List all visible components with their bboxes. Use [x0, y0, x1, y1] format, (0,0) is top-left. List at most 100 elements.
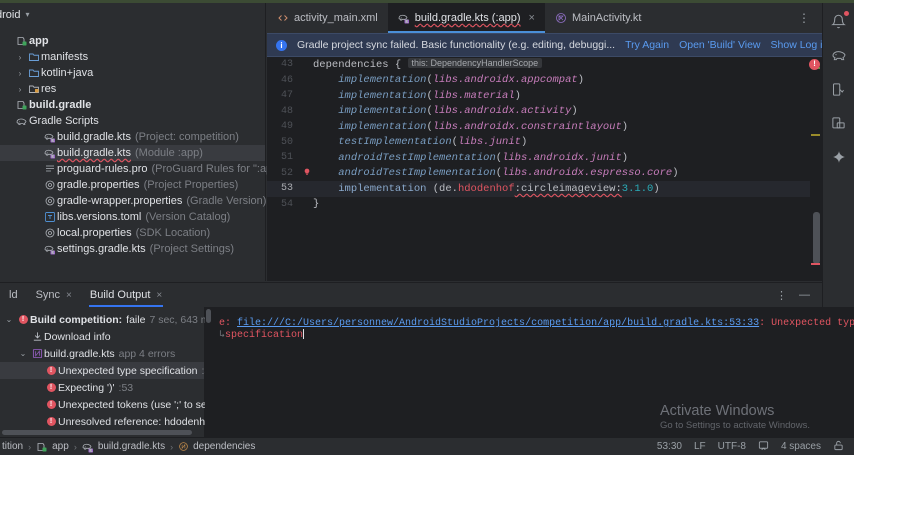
breadcrumb-item[interactable]: tition [2, 441, 23, 452]
caret-position[interactable]: 53:30 [657, 441, 682, 452]
indent-setting[interactable]: 4 spaces [781, 441, 821, 452]
code-editor[interactable]: 43 dependencies { this: DependencyHandler… [267, 57, 822, 281]
module-icon [36, 441, 48, 453]
intention-bulb-icon[interactable] [301, 167, 313, 180]
gemini-icon[interactable] [829, 147, 849, 167]
close-tab-icon[interactable]: × [156, 290, 162, 301]
build-tree-item[interactable]: ! Unexpected tokens (use ';' to sep [0, 396, 213, 413]
project-tree-item[interactable]: Kbuild.gradle.kts (Module :app) [0, 145, 265, 161]
build-panel-body: ⌄! Build competition: faile 7 sec, 643 ms Do… [0, 307, 854, 437]
expand-arrow-icon[interactable]: › [14, 53, 26, 62]
more-options-icon[interactable]: ⋮ [776, 289, 787, 302]
notification-icon[interactable] [758, 440, 769, 454]
expand-arrow-icon[interactable]: ⌄ [16, 349, 30, 358]
line-number: 53 [280, 183, 293, 195]
kts-file-icon [32, 348, 43, 359]
project-tree-item[interactable]: › manifests [0, 49, 265, 65]
build-error-tree[interactable]: ⌄! Build competition: faile 7 sec, 643 ms Do… [0, 307, 216, 437]
expand-arrow-icon[interactable]: ⌄ [2, 315, 16, 324]
marker-yellow [811, 134, 820, 136]
line-separator[interactable]: LF [694, 441, 706, 452]
editor-tab-label: activity_main.xml [294, 12, 378, 24]
lock-icon[interactable] [833, 440, 844, 454]
build-tree-item-meta: :53 [118, 381, 134, 394]
device-manager-icon[interactable] [829, 79, 849, 99]
breadcrumb-item[interactable]: app [36, 441, 69, 453]
project-panel-title: droid [0, 8, 21, 21]
gradle-kts-icon: K [42, 131, 57, 143]
console-file-link[interactable]: file:///C:/Users/personnew/AndroidStudio… [237, 318, 759, 329]
console-error-prefix: e: [219, 318, 238, 329]
expand-arrow-icon[interactable]: › [14, 85, 26, 94]
code-text: androidTestImplementation(libs.androidx.… [338, 151, 629, 164]
project-tree-item[interactable]: libs.versions.toml (Version Catalog) [0, 209, 265, 225]
build-tree-scrollbar[interactable] [2, 430, 192, 435]
build-panel-actions[interactable]: ⋮ — [776, 289, 822, 302]
build-tab[interactable]: Build Output × [81, 283, 171, 307]
build-tree-item[interactable]: ! Unresolved reference: hdodenhof [0, 413, 214, 430]
text-file-icon [42, 163, 57, 175]
build-tree-item[interactable]: ! Expecting ')':53 [0, 379, 204, 396]
build-tree-item[interactable]: ⌄ build.gradle.kts app 4 errors [0, 345, 204, 362]
code-line: 48 implementation(libs.androidx.activity… [267, 104, 822, 120]
build-tab[interactable]: Sync × [27, 283, 81, 307]
chevron-down-icon[interactable]: ▾ [25, 10, 29, 19]
expand-arrow-icon[interactable]: › [14, 69, 26, 78]
project-panel-header[interactable]: droid ▾ [0, 3, 265, 26]
error-icon: ! [44, 383, 58, 392]
close-tab-icon[interactable]: × [66, 290, 72, 301]
editor-tab[interactable]: Kbuild.gradle.kts (:app) × [387, 3, 546, 33]
console-scrollbar-thumb[interactable] [206, 309, 211, 323]
code-text: androidTestImplementation(libs.androidx.… [338, 167, 679, 180]
project-tree-item[interactable]: Gradle Scripts [0, 113, 265, 129]
gradle-icon[interactable] [829, 45, 849, 65]
project-tree-item[interactable]: build.gradle [0, 97, 265, 113]
build-tree-item[interactable]: ⌄! Build competition: faile 7 sec, 643 ms [0, 311, 215, 328]
notifications-icon[interactable] [829, 11, 849, 31]
project-tree-item-subtitle: (Version Catalog) [145, 211, 231, 223]
try-again-link[interactable]: Try Again [625, 39, 669, 51]
code-line: 47 implementation(libs.material) [267, 88, 822, 104]
kotlin-fn-icon [178, 441, 189, 452]
build-tab[interactable]: ld [0, 283, 27, 307]
project-tree-item[interactable]: Kbuild.gradle.kts (Project: competition) [0, 129, 265, 145]
breadcrumb-item[interactable]: Kbuild.gradle.kts [82, 441, 165, 453]
download-icon [30, 331, 44, 342]
editor-tab-options-icon[interactable]: ⋮ [787, 3, 822, 33]
project-tree-item[interactable]: app [0, 33, 265, 49]
file-encoding[interactable]: UTF-8 [718, 441, 746, 452]
project-tree-item[interactable]: gradle-wrapper.properties (Gradle Version… [0, 193, 267, 209]
build-tree-item[interactable]: !Unexpected type specification:53 [0, 362, 216, 379]
status-bar-right[interactable]: 53:30 LF UTF-8 4 spaces [657, 440, 852, 454]
build-tab-label: Build Output [89, 289, 151, 301]
build-tree-item[interactable]: Download info [0, 328, 204, 345]
project-tree[interactable]: app › manifests › kotlin+java › res build.gradl… [0, 26, 286, 257]
editor-marker-gutter[interactable]: ! [809, 57, 822, 281]
line-number: 52 [280, 167, 293, 179]
build-console[interactable]: e: file:///C:/Users/personnew/AndroidStu… [205, 307, 854, 437]
editor-area: activity_main.xml Kbuild.gradle.kts (:app… [267, 3, 854, 281]
minimize-icon[interactable]: — [799, 289, 810, 301]
close-tab-icon[interactable]: × [529, 12, 535, 24]
project-tree-item[interactable]: proguard-rules.pro (ProGuard Rules for ":… [0, 161, 286, 177]
breadcrumb-label: app [52, 441, 69, 452]
project-tree-item-subtitle: (Gradle Version) [186, 195, 267, 207]
error-count-badge[interactable]: ! [809, 59, 820, 70]
project-tree-item[interactable]: gradle.properties (Project Properties) [0, 177, 265, 193]
breadcrumb-item[interactable]: dependencies [178, 441, 255, 452]
project-tree-item[interactable]: › kotlin+java [0, 65, 265, 81]
gradle-kts-icon: K [398, 12, 410, 24]
properties-icon [42, 195, 57, 207]
editor-scrollbar-thumb[interactable] [813, 212, 820, 264]
editor-tab-bar[interactable]: activity_main.xml Kbuild.gradle.kts (:app… [267, 3, 822, 33]
editor-tab[interactable]: activity_main.xml [267, 3, 388, 33]
project-tree-item[interactable]: local.properties (SDK Location) [0, 225, 265, 241]
editor-tab[interactable]: MainActivity.kt [545, 3, 651, 33]
project-tree-item[interactable]: Ksettings.gradle.kts (Project Settings) [0, 241, 265, 257]
project-tree-item[interactable]: › res [0, 81, 265, 97]
open-build-view-link[interactable]: Open 'Build' View [679, 39, 760, 51]
breadcrumb[interactable]: tition › app › Kbuild.gradle.kts › dependencie… [2, 441, 255, 453]
running-devices-icon[interactable] [829, 113, 849, 133]
build-tab-bar[interactable]: ld Sync × Build Output × ⋮ — [0, 283, 822, 307]
line-number: 49 [280, 121, 293, 133]
